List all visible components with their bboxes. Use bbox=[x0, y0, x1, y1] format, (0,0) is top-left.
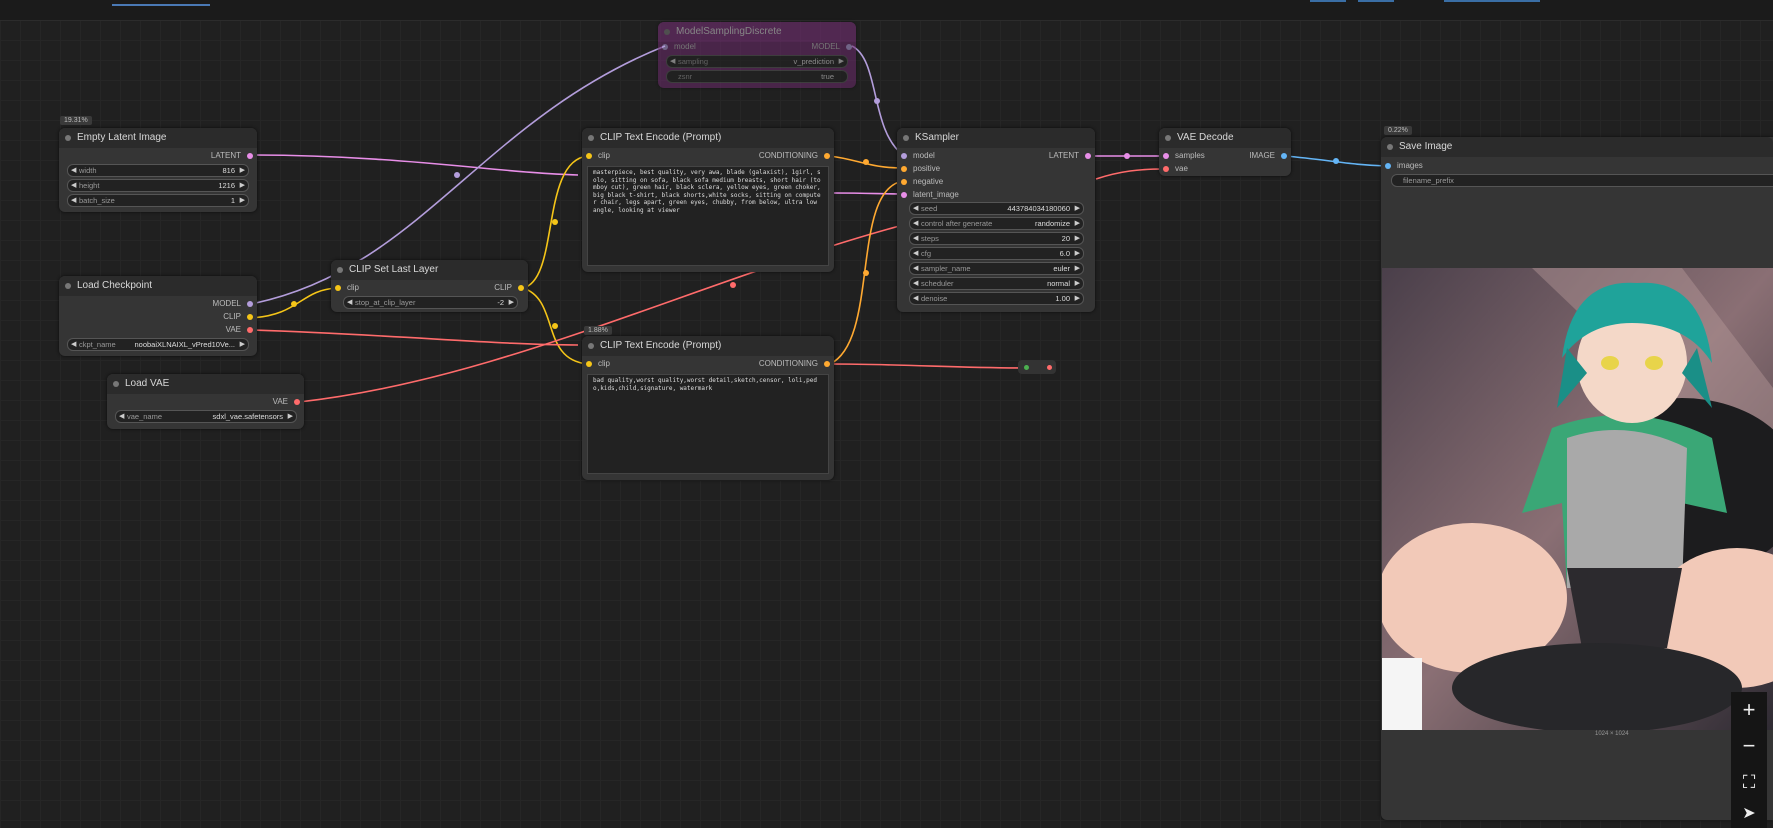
image-size-label: 1024 × 1024 bbox=[1595, 731, 1629, 737]
input-negative[interactable]: negative bbox=[901, 177, 943, 187]
input-clip[interactable]: clip bbox=[586, 151, 610, 161]
node-ksampler[interactable]: KSampler model positive negative latent_… bbox=[897, 128, 1095, 312]
output-latent[interactable]: LATENT bbox=[1049, 151, 1091, 161]
fit-view-button[interactable]: ⛶ bbox=[1731, 764, 1767, 800]
link-vae bbox=[250, 329, 579, 346]
widget-ckpt-name[interactable]: ◀ ckpt_name noobaiXLNAIXL_vPred10Ve... ▶ bbox=[67, 338, 249, 351]
node-title[interactable]: CLIP Text Encode (Prompt) bbox=[582, 128, 834, 148]
link-vae bbox=[1095, 168, 1165, 180]
node-empty-latent-image[interactable]: Empty Latent Image LATENT ◀ width 816 ▶ ◀ he… bbox=[59, 128, 257, 212]
output-clip[interactable]: CLIP bbox=[223, 312, 253, 322]
widget-vae-name[interactable]: ◀ vae_name sdxl_vae.safetensors ▶ bbox=[115, 410, 297, 423]
widget-denoise[interactable]: ◀ denoise 1.00 ▶ bbox=[909, 292, 1084, 305]
widget-cfg[interactable]: ◀ cfg 6.0 ▶ bbox=[909, 247, 1084, 260]
widget-zsnr[interactable]: zsnr true bbox=[666, 70, 848, 83]
widget-width[interactable]: ◀ width 816 ▶ bbox=[67, 164, 249, 177]
node-title[interactable]: CLIP Text Encode (Prompt) bbox=[582, 336, 834, 356]
prompt-textarea[interactable]: bad quality,worst quality,worst detail,s… bbox=[587, 374, 829, 474]
reroute-node[interactable] bbox=[1018, 360, 1056, 374]
widget-seed[interactable]: ◀ seed 443784034180060 ▶ bbox=[909, 202, 1084, 215]
node-clip-text-encode-positive[interactable]: CLIP Text Encode (Prompt) clip CONDITION… bbox=[582, 128, 834, 272]
widget-sampling[interactable]: ◀ sampling v_prediction ▶ bbox=[666, 55, 848, 68]
link-latent bbox=[832, 192, 904, 195]
node-title[interactable]: Empty Latent Image bbox=[59, 128, 257, 148]
node-title[interactable]: ModelSamplingDiscrete bbox=[658, 22, 856, 42]
zoom-out-button[interactable]: − bbox=[1731, 728, 1767, 764]
input-latent-image[interactable]: latent_image bbox=[901, 190, 959, 200]
output-latent[interactable]: LATENT bbox=[211, 151, 253, 161]
output-conditioning[interactable]: CONDITIONING bbox=[759, 151, 830, 161]
widget-stop-at-clip-layer[interactable]: ◀ stop_at_clip_layer -2 ▶ bbox=[343, 296, 518, 309]
node-clip-set-last-layer[interactable]: CLIP Set Last Layer clip CLIP ◀ stop_at_c… bbox=[331, 260, 528, 312]
node-load-vae[interactable]: Load VAE VAE ◀ vae_name sdxl_vae.safetenso… bbox=[107, 374, 304, 429]
node-title[interactable]: Load VAE bbox=[107, 374, 304, 394]
output-image[interactable]: IMAGE bbox=[1249, 151, 1287, 161]
locate-button[interactable]: ➤ bbox=[1731, 800, 1767, 828]
output-model[interactable]: MODEL bbox=[812, 42, 852, 52]
node-title[interactable]: VAE Decode bbox=[1159, 128, 1291, 148]
progress-badge: 19.31% bbox=[60, 116, 92, 125]
node-title[interactable]: CLIP Set Last Layer bbox=[331, 260, 528, 280]
prompt-textarea[interactable]: masterpiece, best quality, very awa, bla… bbox=[587, 166, 829, 266]
node-title[interactable]: Save Image bbox=[1381, 137, 1773, 157]
widget-height[interactable]: ◀ height 1216 ▶ bbox=[67, 179, 249, 192]
output-image-preview[interactable] bbox=[1382, 268, 1773, 730]
input-images[interactable]: images bbox=[1385, 161, 1423, 171]
zoom-in-button[interactable]: + bbox=[1731, 692, 1767, 728]
output-conditioning[interactable]: CONDITIONING bbox=[759, 359, 830, 369]
output-clip[interactable]: CLIP bbox=[494, 283, 524, 293]
output-model[interactable]: MODEL bbox=[213, 299, 253, 309]
node-model-sampling-discrete[interactable]: ModelSamplingDiscrete model MODEL ◀ sampl… bbox=[658, 22, 856, 88]
progress-badge: 0.22% bbox=[1384, 126, 1412, 135]
input-samples[interactable]: samples bbox=[1163, 151, 1205, 161]
input-model[interactable]: model bbox=[662, 42, 696, 52]
link-vae bbox=[829, 363, 1024, 369]
output-vae[interactable]: VAE bbox=[226, 325, 253, 335]
link-latent bbox=[250, 154, 579, 176]
output-vae[interactable]: VAE bbox=[273, 397, 300, 407]
input-clip[interactable]: clip bbox=[586, 359, 610, 369]
progress-badge: 1.88% bbox=[584, 326, 612, 335]
widget-control-after-generate[interactable]: ◀ control after generate randomize ▶ bbox=[909, 217, 1084, 230]
widget-filename-prefix[interactable]: filename_prefix bbox=[1391, 174, 1773, 187]
input-vae[interactable]: vae bbox=[1163, 164, 1188, 174]
node-title[interactable]: Load Checkpoint bbox=[59, 276, 257, 296]
node-title[interactable]: KSampler bbox=[897, 128, 1095, 148]
node-load-checkpoint[interactable]: Load Checkpoint MODEL CLIP VAE ◀ ckpt_nam… bbox=[59, 276, 257, 356]
widget-scheduler[interactable]: ◀ scheduler normal ▶ bbox=[909, 277, 1084, 290]
widget-steps[interactable]: ◀ steps 20 ▶ bbox=[909, 232, 1084, 245]
node-clip-text-encode-negative[interactable]: CLIP Text Encode (Prompt) clip CONDITION… bbox=[582, 336, 834, 480]
node-vae-decode[interactable]: VAE Decode samples vae IMAGE bbox=[1159, 128, 1291, 176]
input-positive[interactable]: positive bbox=[901, 164, 940, 174]
input-clip[interactable]: clip bbox=[335, 283, 359, 293]
widget-sampler-name[interactable]: ◀ sampler_name euler ▶ bbox=[909, 262, 1084, 275]
widget-batch-size[interactable]: ◀ batch_size 1 ▶ bbox=[67, 194, 249, 207]
input-model[interactable]: model bbox=[901, 151, 935, 161]
